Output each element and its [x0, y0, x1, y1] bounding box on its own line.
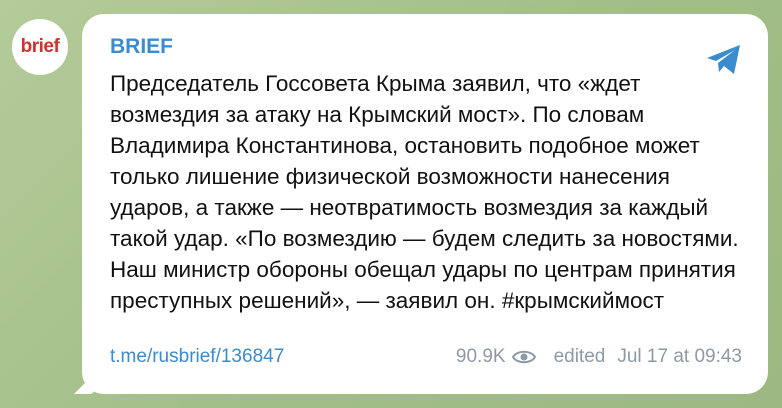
eye-icon — [511, 349, 536, 365]
channel-name[interactable]: BRIEF — [110, 34, 742, 60]
edited-label: edited — [553, 346, 606, 367]
message-footer: t.me/rusbrief/136847 90.9K edited Jul 17… — [110, 344, 742, 370]
avatar-logo-text: brief — [20, 36, 60, 57]
view-count: 90.9K — [455, 346, 506, 367]
telegram-share-icon — [707, 45, 740, 74]
share-button[interactable] — [704, 40, 744, 80]
channel-avatar[interactable]: brief — [12, 19, 68, 75]
timestamp: Jul 17 at 09:43 — [617, 346, 742, 367]
post-link[interactable]: t.me/rusbrief/136847 — [110, 346, 284, 368]
message-text: Председатель Госсовета Крыма заявил, что… — [110, 71, 739, 313]
message-meta: 90.9K edited Jul 17 at 09:43 — [456, 346, 742, 368]
message-bubble: BRIEF Председатель Госсовета Крыма заяви… — [82, 14, 768, 394]
